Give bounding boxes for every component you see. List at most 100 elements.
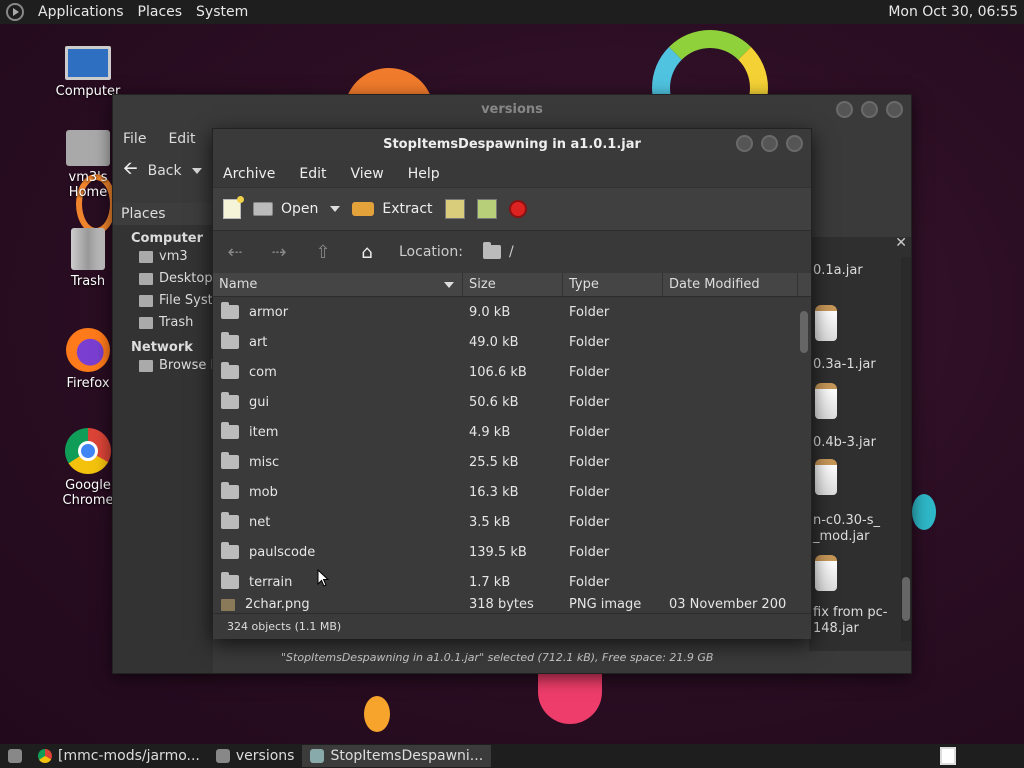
chrome-icon <box>38 749 52 763</box>
places-header[interactable]: Places <box>113 203 213 225</box>
wallpaper-yellow-shape <box>364 696 390 732</box>
back-arrow-icon[interactable]: ⇠ <box>223 242 247 263</box>
maximize-button[interactable] <box>861 101 878 118</box>
places-menu[interactable]: Places <box>138 4 183 20</box>
folder-icon <box>221 302 239 319</box>
file-list-scrollbar[interactable] <box>799 297 809 613</box>
task-chrome[interactable]: [mmc-mods/jarmo... <box>30 745 208 767</box>
column-date[interactable]: Date Modified <box>663 273 798 296</box>
folder-icon <box>221 332 239 349</box>
table-row[interactable]: terrain 1.7 kB Folder <box>213 567 811 597</box>
column-name[interactable]: Name <box>213 273 463 296</box>
top-panel: Applications Places System Mon Oct 30, 0… <box>0 0 1024 24</box>
versions-scrollbar[interactable] <box>901 257 911 641</box>
table-row[interactable]: 2char.png 318 bytes PNG image 03 November 2… <box>213 597 811 611</box>
file-menu[interactable]: File <box>123 131 146 147</box>
table-row[interactable]: misc 25.5 kB Folder <box>213 447 811 477</box>
jar-file-icon[interactable] <box>815 459 837 495</box>
jar-file-icon[interactable] <box>815 305 837 341</box>
table-row[interactable]: paulscode 139.5 kB Folder <box>213 537 811 567</box>
workspace-switcher[interactable] <box>940 747 956 765</box>
extract-icon <box>352 202 375 216</box>
task-versions[interactable]: versions <box>208 745 303 767</box>
sidebar-item-filesystem[interactable]: File System <box>113 290 213 312</box>
table-row[interactable]: gui 50.6 kB Folder <box>213 387 811 417</box>
close-button[interactable] <box>786 135 803 152</box>
close-pane-icon[interactable]: ✕ <box>895 235 907 251</box>
versions-title: versions <box>481 102 543 117</box>
file-label[interactable]: n-c0.30-s_ _mod.jar <box>813 513 880 545</box>
home-folder-icon <box>66 130 110 166</box>
versions-titlebar[interactable]: versions <box>113 95 911 125</box>
file-label[interactable]: 0.4b-3.jar <box>813 435 876 451</box>
add-folder-icon[interactable] <box>476 199 497 219</box>
archive-toolbar: Open Extract <box>213 187 811 231</box>
stop-icon[interactable] <box>508 200 527 218</box>
clock[interactable]: Mon Oct 30, 06:55 <box>888 4 1018 20</box>
open-dropdown-icon[interactable] <box>330 206 341 212</box>
wallpaper-teal-shape <box>912 494 936 530</box>
folder-icon <box>221 452 239 469</box>
sidebar-item-trash[interactable]: Trash <box>113 312 213 334</box>
column-size[interactable]: Size <box>463 273 563 296</box>
maximize-button[interactable] <box>761 135 778 152</box>
archive-window[interactable]: StopItemsDespawning in a1.0.1.jar Archiv… <box>212 128 812 639</box>
close-button[interactable] <box>886 101 903 118</box>
location-bar: ⇠ ⇢ ⇧ ⌂ Location: / <box>213 231 811 273</box>
jar-file-icon[interactable] <box>815 383 837 419</box>
applications-menu[interactable]: Applications <box>38 4 124 20</box>
edit-menu[interactable]: Edit <box>299 166 326 182</box>
table-row[interactable]: item 4.9 kB Folder <box>213 417 811 447</box>
table-row[interactable]: art 49.0 kB Folder <box>213 327 811 357</box>
back-button[interactable]: Back <box>148 163 182 179</box>
show-desktop-button[interactable] <box>0 745 30 767</box>
sidebar-item-desktop[interactable]: Desktop <box>113 268 213 290</box>
back-arrow-icon[interactable]: 🡨 <box>123 156 138 186</box>
column-type[interactable]: Type <box>563 273 663 296</box>
sidebar-item-browse-network[interactable]: Browse Network <box>113 355 213 377</box>
up-arrow-icon[interactable]: ⇧ <box>311 242 335 263</box>
new-archive-icon[interactable] <box>223 196 244 219</box>
add-files-icon[interactable] <box>444 199 465 219</box>
edit-menu[interactable]: Edit <box>168 131 195 147</box>
system-menu[interactable]: System <box>196 4 248 20</box>
forward-arrow-icon[interactable]: ⇢ <box>267 242 291 263</box>
extract-button[interactable]: Extract <box>352 201 433 217</box>
open-button[interactable]: Open <box>253 201 318 217</box>
minimize-button[interactable] <box>836 101 853 118</box>
file-label[interactable]: fix from pc- 148.jar <box>813 605 888 637</box>
location-path[interactable]: / <box>482 242 514 260</box>
table-row[interactable]: mob 16.3 kB Folder <box>213 477 811 507</box>
folder-icon <box>221 482 239 499</box>
firefox-icon <box>66 328 110 372</box>
versions-file-view[interactable]: ✕ 0.1a.jar 0.3a-1.jar 0.4b-3.jar n-c0.30… <box>809 235 911 651</box>
archive-titlebar[interactable]: StopItemsDespawning in a1.0.1.jar <box>213 129 811 161</box>
location-label: Location: <box>399 244 463 260</box>
back-dropdown-icon[interactable] <box>191 168 202 174</box>
jar-file-icon[interactable] <box>815 555 837 591</box>
archive-title: StopItemsDespawning in a1.0.1.jar <box>383 137 641 152</box>
table-row[interactable]: com 106.6 kB Folder <box>213 357 811 387</box>
minimize-button[interactable] <box>736 135 753 152</box>
scroll-thumb[interactable] <box>800 311 808 353</box>
folder-icon <box>221 572 239 589</box>
file-label[interactable]: 0.1a.jar <box>813 263 863 279</box>
table-row[interactable]: armor 9.0 kB Folder <box>213 297 811 327</box>
show-desktop-icon <box>8 749 22 763</box>
table-row[interactable]: net 3.5 kB Folder <box>213 507 811 537</box>
view-menu[interactable]: View <box>351 166 384 182</box>
versions-statusbar: "StopItemsDespawning in a1.0.1.jar" sele… <box>281 651 714 664</box>
sidebar-item-vm3[interactable]: vm3 <box>113 246 213 268</box>
archive-menubar: Archive Edit View Help <box>213 161 811 187</box>
file-label[interactable]: 0.3a-1.jar <box>813 357 876 373</box>
menu-logo-icon[interactable] <box>6 3 24 21</box>
desktop-icon-computer[interactable]: Computer <box>48 46 128 99</box>
archive-menu[interactable]: Archive <box>223 166 275 182</box>
versions-scroll-thumb[interactable] <box>902 577 910 621</box>
trash-icon <box>71 228 105 270</box>
home-icon[interactable]: ⌂ <box>355 242 379 263</box>
task-archive[interactable]: StopItemsDespawni... <box>302 745 492 767</box>
help-menu[interactable]: Help <box>408 166 440 182</box>
folder-icon <box>221 512 239 529</box>
file-list[interactable]: armor 9.0 kB Folder art 49.0 kB Folder com 10… <box>213 297 811 613</box>
